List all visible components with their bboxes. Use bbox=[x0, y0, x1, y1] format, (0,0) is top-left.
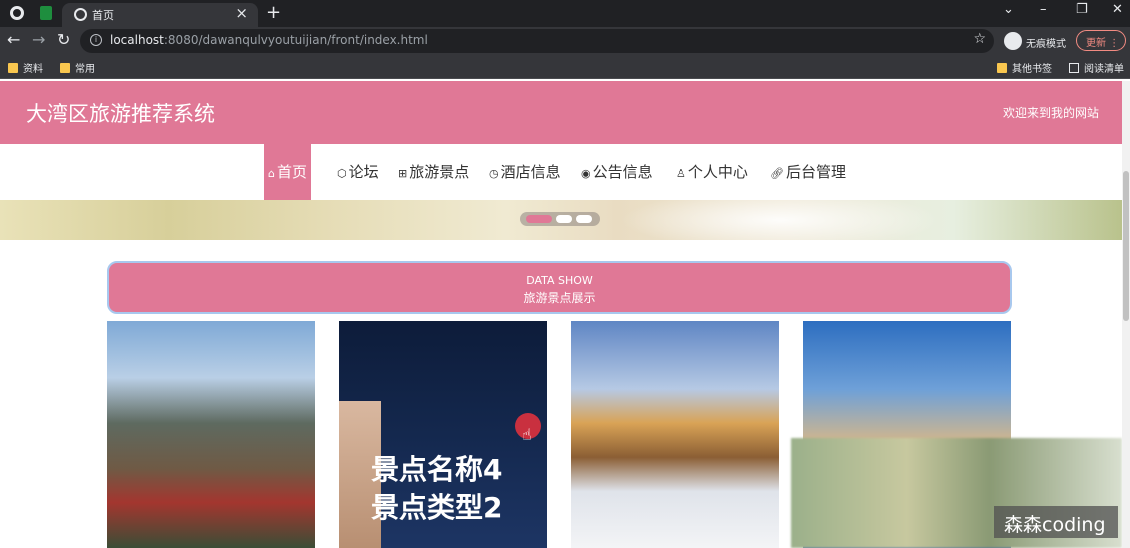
site-info-icon[interactable]: i bbox=[90, 34, 102, 46]
tab-title: 首页 bbox=[92, 9, 114, 22]
hotel-icon: ◷ bbox=[489, 167, 499, 180]
watermark: 森森coding bbox=[994, 506, 1118, 538]
bookmark-folder-changyong[interactable]: 常用 bbox=[60, 60, 95, 75]
card-overlay-type: 景点类型2 bbox=[371, 491, 503, 524]
card-overlay-text: 景点名称4 景点类型2 bbox=[371, 451, 502, 527]
main-nav: ⌂ 首页 ⬡ 论坛 ⊞ 旅游景点 ◷ 酒店信息 ◉ 公告信息 ♙ 个人中心 🔗︎ 后台管理 bbox=[0, 144, 1122, 200]
page-scrollbar[interactable] bbox=[1122, 81, 1130, 548]
carousel-indicators bbox=[520, 212, 600, 226]
nav-item-scenic[interactable]: ⊞ 旅游景点 bbox=[394, 144, 473, 200]
link-icon: 🔗︎ bbox=[770, 167, 784, 180]
update-button[interactable]: 更新 ⋮ bbox=[1076, 30, 1126, 51]
welcome-text: 欢迎来到我的网站 bbox=[1002, 106, 1099, 120]
nav-item-home[interactable]: ⌂ 首页 bbox=[264, 144, 311, 200]
bookmark-folder-ziliao[interactable]: 资料 bbox=[8, 60, 43, 75]
url-text: localhost:8080/dawanqulvyoutuijian/front… bbox=[110, 33, 428, 47]
section-header: DATA SHOW 旅游景点展示 bbox=[107, 261, 1012, 314]
page-content: 大湾区旅游推荐系统 欢迎来到我的网站 ⌂ 首页 ⬡ 论坛 ⊞ 旅游景点 ◷ 酒店信息 ◉… bbox=[0, 81, 1122, 548]
address-bar[interactable]: i localhost:8080/dawanqulvyoutuijian/fro… bbox=[80, 29, 994, 53]
reload-icon[interactable]: ↻ bbox=[57, 30, 70, 49]
new-tab-icon[interactable]: + bbox=[266, 2, 281, 23]
banner-glow bbox=[620, 190, 940, 250]
scenic-card[interactable]: 景点名称4 景点类型2 ☝ bbox=[339, 321, 547, 548]
site-header: 大湾区旅游推荐系统 欢迎来到我的网站 bbox=[0, 81, 1122, 144]
section-title-en: DATA SHOW bbox=[526, 274, 593, 287]
bookmarks-bar: 资料 常用 其他书签 阅读清单 bbox=[0, 55, 1130, 79]
folder-icon bbox=[997, 62, 1007, 73]
folder-icon bbox=[60, 62, 70, 73]
folder-icon bbox=[8, 62, 18, 73]
back-icon[interactable]: ← bbox=[7, 30, 20, 49]
section-title-cn: 旅游景点展示 bbox=[523, 291, 596, 305]
nav-item-hotel[interactable]: ◷ 酒店信息 bbox=[485, 144, 565, 200]
scrollbar-thumb[interactable] bbox=[1123, 171, 1129, 321]
scenic-card[interactable] bbox=[107, 321, 315, 548]
browser-tab[interactable]: 首页 × bbox=[62, 3, 258, 27]
globe-icon bbox=[74, 8, 87, 21]
notice-icon: ◉ bbox=[581, 167, 591, 180]
home-icon: ⌂ bbox=[268, 167, 275, 180]
sheets-icon[interactable] bbox=[40, 6, 52, 20]
chrome-icon[interactable] bbox=[10, 6, 24, 20]
incognito-icon[interactable] bbox=[1004, 32, 1022, 50]
carousel-dot[interactable] bbox=[526, 215, 552, 223]
hand-cursor-icon: ☝ bbox=[522, 425, 532, 444]
minimize-icon[interactable]: – bbox=[1040, 2, 1047, 17]
reading-list[interactable]: 阅读清单 bbox=[1069, 60, 1124, 75]
site-title: 大湾区旅游推荐系统 bbox=[26, 102, 215, 126]
user-icon: ♙ bbox=[676, 167, 686, 180]
reading-list-icon bbox=[1069, 62, 1079, 73]
tab-search-icon[interactable]: ⌄ bbox=[1003, 2, 1014, 17]
carousel-banner[interactable] bbox=[0, 190, 1122, 250]
forum-icon: ⬡ bbox=[337, 167, 347, 180]
carousel-dot[interactable] bbox=[556, 215, 572, 223]
window-close-icon[interactable]: ✕ bbox=[1112, 2, 1123, 17]
carousel-dot[interactable] bbox=[576, 215, 592, 223]
bookmark-star-icon[interactable]: ☆ bbox=[973, 31, 986, 47]
scenic-card[interactable] bbox=[571, 321, 779, 548]
card-overlay-name: 景点名称4 bbox=[371, 453, 503, 486]
maximize-icon[interactable]: ❐ bbox=[1076, 2, 1088, 17]
forward-icon[interactable]: → bbox=[32, 30, 45, 49]
browser-toolbar: ← → ↻ i localhost:8080/dawanqulvyoutuiji… bbox=[0, 27, 1130, 55]
bookmark-folder-other[interactable]: 其他书签 bbox=[997, 60, 1052, 75]
incognito-label: 无痕模式 bbox=[1026, 39, 1066, 50]
close-tab-icon[interactable]: × bbox=[235, 4, 248, 22]
nav-item-forum[interactable]: ⬡ 论坛 bbox=[333, 144, 383, 200]
scenic-icon: ⊞ bbox=[398, 167, 408, 180]
browser-tab-strip: 首页 × + ⌄ – ❐ ✕ bbox=[0, 0, 1130, 27]
